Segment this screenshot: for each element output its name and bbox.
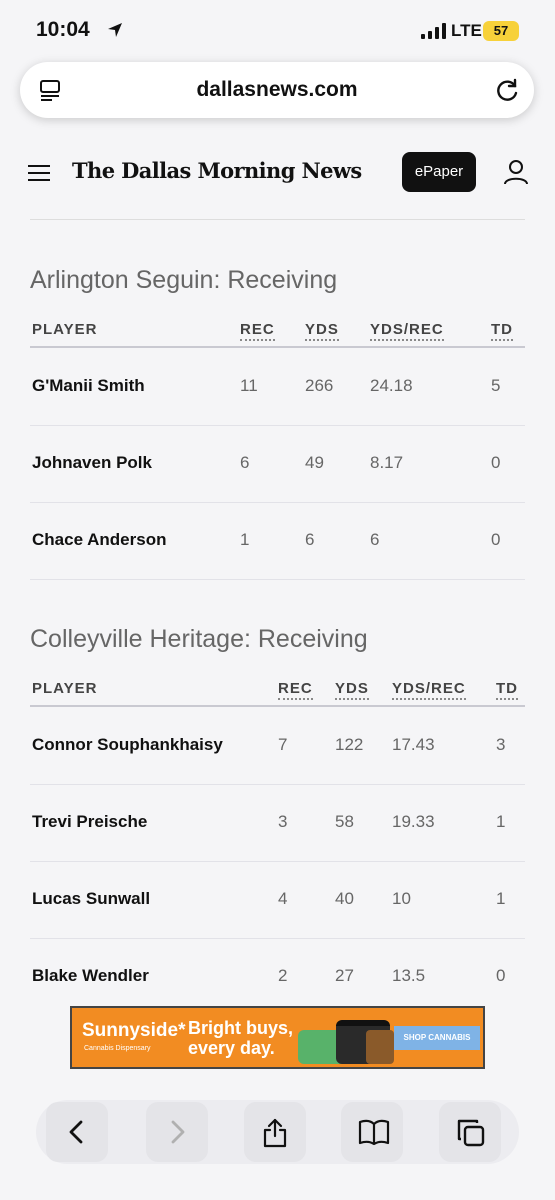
- col-td: TD: [491, 321, 513, 341]
- cell-td: 0: [491, 530, 501, 549]
- reload-icon[interactable]: [494, 76, 522, 109]
- table-row: Johnaven Polk 6 49 8.17 0: [30, 426, 525, 503]
- player-name: G'Manii Smith: [32, 376, 145, 395]
- cell-td: 0: [491, 453, 501, 472]
- cell-yds: 122: [335, 735, 364, 754]
- player-name: Johnaven Polk: [32, 453, 152, 472]
- forward-icon: [171, 1120, 185, 1144]
- ad-cta-button[interactable]: SHOP CANNABIS: [394, 1026, 480, 1050]
- epaper-button[interactable]: ePaper: [402, 152, 476, 192]
- cell-yds-rec: 13.5: [392, 966, 426, 985]
- cell-yds: 40: [335, 889, 354, 908]
- table-header: PLAYER REC YDS YDS/REC TD: [30, 318, 525, 348]
- bookmarks-icon: [358, 1119, 390, 1146]
- status-bar: 10:04 LTE 57: [0, 0, 555, 60]
- share-icon: [263, 1118, 287, 1148]
- address-bar[interactable]: dallasnews.com: [20, 62, 534, 118]
- cell-yds: 27: [335, 966, 354, 985]
- share-button[interactable]: [244, 1102, 306, 1162]
- tabs-button[interactable]: [439, 1102, 501, 1162]
- network-type: LTE: [451, 21, 482, 40]
- battery-level: 57: [483, 21, 519, 41]
- bookmarks-button[interactable]: [341, 1102, 403, 1162]
- table-row: Trevi Preische 3 58 19.33 1: [30, 785, 525, 862]
- cell-rec: 7: [278, 735, 288, 754]
- section-title: Arlington Seguin: Receiving: [30, 266, 338, 294]
- site-header: The Dallas Morning News ePaper: [0, 130, 555, 218]
- col-player: PLAYER: [32, 321, 98, 338]
- player-name: Trevi Preische: [32, 812, 148, 831]
- col-yds-rec: YDS/REC: [370, 321, 444, 341]
- site-logo[interactable]: The Dallas Morning News: [72, 158, 362, 183]
- cell-td: 0: [496, 966, 506, 985]
- table-row: Lucas Sunwall 4 40 10 1: [30, 862, 525, 939]
- cell-rec: 6: [240, 453, 250, 472]
- section-title: Colleyville Heritage: Receiving: [30, 625, 368, 653]
- cell-td: 5: [491, 376, 501, 395]
- col-yds-rec: YDS/REC: [392, 680, 466, 700]
- browser-toolbar: [36, 1100, 519, 1164]
- cell-yds: 266: [305, 376, 334, 395]
- player-name: Connor Souphankhaisy: [32, 735, 223, 754]
- cell-yds: 58: [335, 812, 354, 831]
- cell-rec: 3: [278, 812, 288, 831]
- cellular-signal-icon: [421, 23, 447, 44]
- url-text[interactable]: dallasnews.com: [20, 78, 534, 102]
- cell-yds-rec: 24.18: [370, 376, 413, 395]
- ad-brand-subtitle: Cannabis Dispensary: [84, 1045, 151, 1052]
- table-row: Connor Souphankhaisy 7 122 17.43 3: [30, 708, 525, 785]
- forward-button[interactable]: [146, 1102, 208, 1162]
- player-name: Blake Wendler: [32, 966, 149, 985]
- cell-td: 1: [496, 812, 506, 831]
- player-name: Lucas Sunwall: [32, 889, 151, 908]
- cell-yds-rec: 6: [370, 530, 380, 549]
- player-name: Chace Anderson: [32, 530, 167, 549]
- ad-brand: Sunnyside*: [82, 1020, 186, 1041]
- col-rec: REC: [240, 321, 275, 341]
- ad-banner[interactable]: Sunnyside* Cannabis Dispensary Bright bu…: [70, 1006, 485, 1069]
- table-row: Blake Wendler 2 27 13.5 0: [30, 939, 525, 995]
- cell-td: 1: [496, 889, 506, 908]
- cell-yds-rec: 8.17: [370, 453, 404, 472]
- ad-product-image: [366, 1030, 394, 1064]
- cell-td: 3: [496, 735, 506, 754]
- back-icon: [69, 1120, 83, 1144]
- stats-content: Arlington Seguin: Receiving PLAYER REC Y…: [0, 220, 555, 995]
- hamburger-menu-icon[interactable]: [28, 164, 50, 187]
- table-row: Chace Anderson 1 6 6 0: [30, 503, 525, 580]
- cell-yds: 6: [305, 530, 315, 549]
- status-time: 10:04: [36, 18, 90, 41]
- location-arrow-icon: [106, 21, 124, 44]
- back-button[interactable]: [46, 1102, 108, 1162]
- cell-yds-rec: 10: [392, 889, 411, 908]
- table-header: PLAYER REC YDS YDS/REC TD: [30, 677, 525, 707]
- table-row: G'Manii Smith 11 266 24.18 5: [30, 349, 525, 426]
- cell-rec: 11: [240, 376, 258, 395]
- col-td: TD: [496, 680, 518, 700]
- cell-rec: 2: [278, 966, 288, 985]
- col-yds: YDS: [335, 680, 369, 700]
- ad-tagline: Bright buys, every day.: [188, 1018, 294, 1058]
- cell-rec: 4: [278, 889, 288, 908]
- tabs-icon: [457, 1119, 485, 1147]
- col-player: PLAYER: [32, 680, 98, 697]
- cell-yds: 49: [305, 453, 324, 472]
- user-account-icon[interactable]: [503, 158, 529, 191]
- col-yds: YDS: [305, 321, 339, 341]
- cell-yds-rec: 19.33: [392, 812, 435, 831]
- cell-rec: 1: [240, 530, 250, 549]
- cell-yds-rec: 17.43: [392, 735, 435, 754]
- col-rec: REC: [278, 680, 313, 700]
